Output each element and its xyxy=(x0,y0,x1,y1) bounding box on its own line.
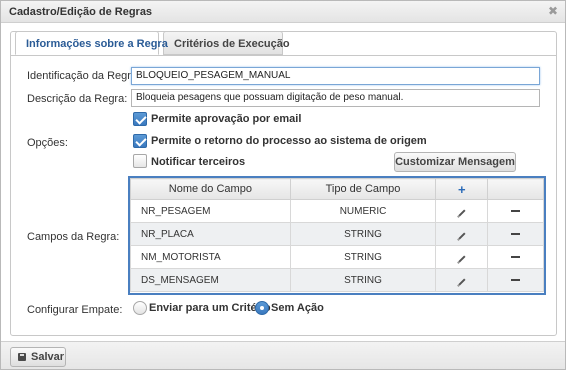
remove-icon[interactable] xyxy=(511,278,521,281)
rule-dialog: Cadastro/Edição de Regras ✖ Informações … xyxy=(0,0,566,370)
table-row: NM_MOTORISTA STRING xyxy=(130,245,544,269)
send-to-criterion-label: Enviar para um Critério xyxy=(149,302,271,314)
dialog-footer: Salvar xyxy=(1,341,565,369)
save-disk-icon xyxy=(18,353,26,361)
close-icon[interactable]: ✖ xyxy=(548,4,558,18)
field-name-cell: DS_MENSAGEM xyxy=(130,268,291,292)
options-label: Opções: xyxy=(27,137,68,149)
fields-label: Campos da Regra: xyxy=(27,231,120,243)
return-process-label: Permite o retorno do processo ao sistema… xyxy=(151,135,427,147)
table-row: NR_PLACA STRING xyxy=(130,222,544,246)
column-header-field-name: Nome do Campo xyxy=(130,178,291,200)
customize-message-button[interactable]: Customizar Mensagem xyxy=(394,152,516,172)
tab-divider xyxy=(10,55,557,56)
remove-icon[interactable] xyxy=(511,209,521,212)
remove-icon[interactable] xyxy=(511,255,521,258)
save-button[interactable]: Salvar xyxy=(10,347,66,367)
fields-table: Nome do Campo Tipo de Campo + NR_PESAGEM… xyxy=(128,176,546,295)
field-type-cell: STRING xyxy=(289,222,437,246)
edit-icon[interactable] xyxy=(458,231,466,240)
column-header-field-type: Tipo de Campo xyxy=(289,178,437,200)
field-name-cell: NR_PESAGEM xyxy=(130,199,291,223)
dialog-title: Cadastro/Edição de Regras xyxy=(9,6,153,18)
rule-id-label: Identificação da Regra: xyxy=(27,70,141,82)
remove-icon[interactable] xyxy=(511,232,521,235)
table-row: NR_PESAGEM NUMERIC xyxy=(130,199,544,223)
column-header-remove xyxy=(487,178,544,200)
table-row: DS_MENSAGEM STRING xyxy=(130,268,544,292)
edit-icon[interactable] xyxy=(458,277,466,286)
field-name-cell: NM_MOTORISTA xyxy=(130,245,291,269)
field-type-cell: NUMERIC xyxy=(289,199,437,223)
field-name-cell: NR_PLACA xyxy=(130,222,291,246)
add-field-icon[interactable]: + xyxy=(458,182,466,197)
field-type-cell: STRING xyxy=(289,268,437,292)
send-to-criterion-radio[interactable] xyxy=(133,301,147,315)
notify-third-parties-checkbox[interactable] xyxy=(133,154,147,168)
no-action-label: Sem Ação xyxy=(271,302,324,314)
no-action-radio[interactable] xyxy=(255,301,269,315)
tab-execution-criteria[interactable]: Critérios de Execução xyxy=(163,31,290,55)
rule-description-field[interactable]: Bloqueia pesagens que possuam digitação … xyxy=(131,89,540,107)
tie-config-label: Configurar Empate: xyxy=(27,304,123,316)
email-approval-label: Permite aprovação por email xyxy=(151,113,302,125)
edit-icon[interactable] xyxy=(458,208,466,217)
edit-icon[interactable] xyxy=(458,254,466,263)
save-button-label: Salvar xyxy=(31,351,65,363)
tab-rule-info[interactable]: Informações sobre a Regra xyxy=(15,31,168,55)
return-process-checkbox[interactable] xyxy=(133,134,147,148)
field-type-cell: STRING xyxy=(289,245,437,269)
dialog-titlebar: Cadastro/Edição de Regras ✖ xyxy=(1,1,565,23)
email-approval-checkbox[interactable] xyxy=(133,112,147,126)
notify-third-parties-label: Notificar terceiros xyxy=(151,156,246,168)
rule-id-field[interactable]: BLOQUEIO_PESAGEM_MANUAL xyxy=(131,67,540,85)
rule-description-label: Descrição da Regra: xyxy=(27,93,128,105)
